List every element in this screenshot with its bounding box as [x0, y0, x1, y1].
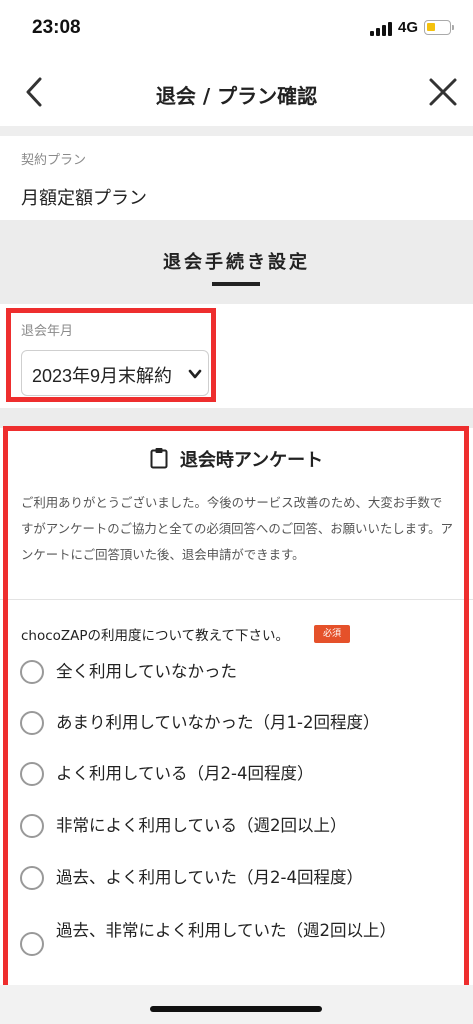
section-underline — [212, 282, 260, 286]
contract-plan-value: 月額定額プラン — [21, 188, 147, 209]
contract-plan-section: 契約プラン 月額定額プラン — [0, 136, 473, 220]
nav-header: 退会 / プラン確認 — [0, 60, 473, 126]
section-title: 退会手続き設定 — [163, 252, 310, 273]
cancellation-settings-header: 退会手続き設定 — [0, 220, 473, 304]
contract-plan-label: 契約プラン — [21, 153, 87, 168]
battery-icon — [424, 20, 451, 35]
network-label: 4G — [398, 19, 419, 36]
divider-strip — [0, 408, 473, 428]
close-button[interactable] — [425, 73, 461, 111]
highlight-frame-month — [6, 308, 216, 402]
battery-tip — [452, 25, 454, 30]
highlight-frame-survey — [3, 426, 469, 1016]
close-icon — [429, 78, 457, 106]
bottom-bar — [0, 985, 473, 1024]
status-time: 23:08 — [32, 17, 81, 38]
divider-strip — [0, 126, 473, 136]
signal-icon — [370, 22, 394, 36]
page-title: 退会 / プラン確認 — [155, 84, 318, 108]
home-indicator[interactable] — [150, 1006, 322, 1012]
status-bar: 23:08 4G — [0, 0, 473, 60]
